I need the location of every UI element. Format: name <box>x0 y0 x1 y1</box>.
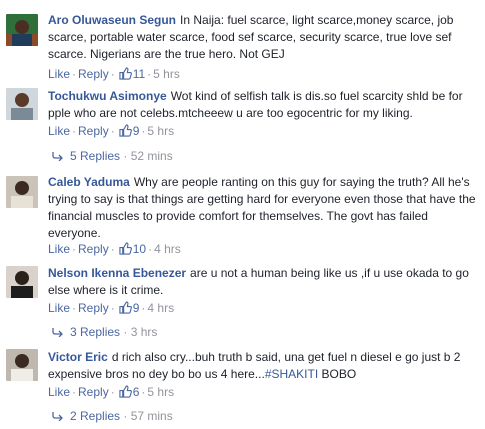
replies-count[interactable]: 2 Replies <box>70 409 120 423</box>
comment-body: Caleb Yaduma Why are people ranting on th… <box>48 174 479 242</box>
like-count[interactable]: 9 <box>133 301 140 315</box>
like-link[interactable]: Like <box>48 67 70 81</box>
like-link[interactable]: Like <box>48 242 70 256</box>
avatar-photo <box>6 266 38 298</box>
reply-link[interactable]: Reply <box>78 301 109 315</box>
avatar-photo <box>6 349 38 381</box>
like-count[interactable]: 11 <box>133 67 145 81</box>
comment-author[interactable]: Aro Oluwaseun Segun <box>48 13 176 27</box>
thumbs-up-icon <box>119 242 132 255</box>
reply-link[interactable]: Reply <box>78 242 109 256</box>
comment-actions: Like · Reply · 6 · 5 hrs <box>48 385 175 399</box>
thumbs-up-icon <box>119 67 132 80</box>
comment-text: d rich also cry...buh truth b said, una … <box>48 350 461 381</box>
comment-actions: Like · Reply · 10 · 4 hrs <box>48 242 181 256</box>
replies-time: 57 mins <box>130 409 173 423</box>
view-replies[interactable]: 2 Replies · 57 mins <box>52 408 173 424</box>
comment-time[interactable]: 5 hrs <box>147 124 174 138</box>
reply-link[interactable]: Reply <box>78 385 109 399</box>
comment-author[interactable]: Nelson Ikenna Ebenezer <box>48 266 186 280</box>
comment-body: Tochukwu Asimonye Wot kind of selfish tal… <box>48 88 479 122</box>
reply-link[interactable]: Reply <box>78 67 109 81</box>
thumbs-up-icon <box>119 124 132 137</box>
replies-time: 52 mins <box>130 149 173 163</box>
comment-body: Aro Oluwaseun Segun In Naija: fuel scarce… <box>48 12 479 63</box>
comment-author[interactable]: Caleb Yaduma <box>48 175 130 189</box>
reply-arrow-icon <box>52 328 63 337</box>
avatar-photo <box>6 176 38 208</box>
comment-body: Nelson Ikenna Ebenezer are u not a human … <box>48 265 479 299</box>
like-count[interactable]: 9 <box>133 124 140 138</box>
comment-actions: Like · Reply · 11 · 5 hrs <box>48 67 180 81</box>
avatar[interactable] <box>6 349 38 381</box>
avatar[interactable] <box>6 176 38 208</box>
thumbs-up-icon <box>119 385 132 398</box>
like-link[interactable]: Like <box>48 124 70 138</box>
view-replies[interactable]: 3 Replies · 3 hrs <box>52 324 157 340</box>
comment-time[interactable]: 5 hrs <box>153 67 180 81</box>
like-count[interactable]: 10 <box>133 242 146 256</box>
like-count[interactable]: 6 <box>133 385 140 399</box>
comment-actions: Like · Reply · 9 · 5 hrs <box>48 124 175 138</box>
comment-body: Victor Eric d rich also cry...buh truth b… <box>48 349 479 383</box>
comment-actions: Like · Reply · 9 · 4 hrs <box>48 301 175 315</box>
comment-time[interactable]: 4 hrs <box>147 301 174 315</box>
reply-arrow-icon <box>52 412 63 421</box>
avatar-photo <box>6 14 38 46</box>
comment-author[interactable]: Victor Eric <box>48 350 108 364</box>
replies-count[interactable]: 5 Replies <box>70 149 120 163</box>
reply-arrow-icon <box>52 152 63 161</box>
comment-author[interactable]: Tochukwu Asimonye <box>48 89 167 103</box>
avatar[interactable] <box>6 14 38 46</box>
reply-link[interactable]: Reply <box>78 124 109 138</box>
like-link[interactable]: Like <box>48 385 70 399</box>
thumbs-up-icon <box>119 301 132 314</box>
avatar[interactable] <box>6 266 38 298</box>
replies-count[interactable]: 3 Replies <box>70 325 120 339</box>
avatar-photo <box>6 88 38 120</box>
replies-time: 3 hrs <box>130 325 158 339</box>
comment-time[interactable]: 4 hrs <box>154 242 181 256</box>
comment-text-end: BOBO <box>318 367 357 381</box>
like-link[interactable]: Like <box>48 301 70 315</box>
hashtag-link[interactable]: #SHAKITI <box>265 367 318 381</box>
avatar[interactable] <box>6 88 38 120</box>
view-replies[interactable]: 5 Replies · 52 mins <box>52 148 173 164</box>
comment-time[interactable]: 5 hrs <box>147 385 174 399</box>
